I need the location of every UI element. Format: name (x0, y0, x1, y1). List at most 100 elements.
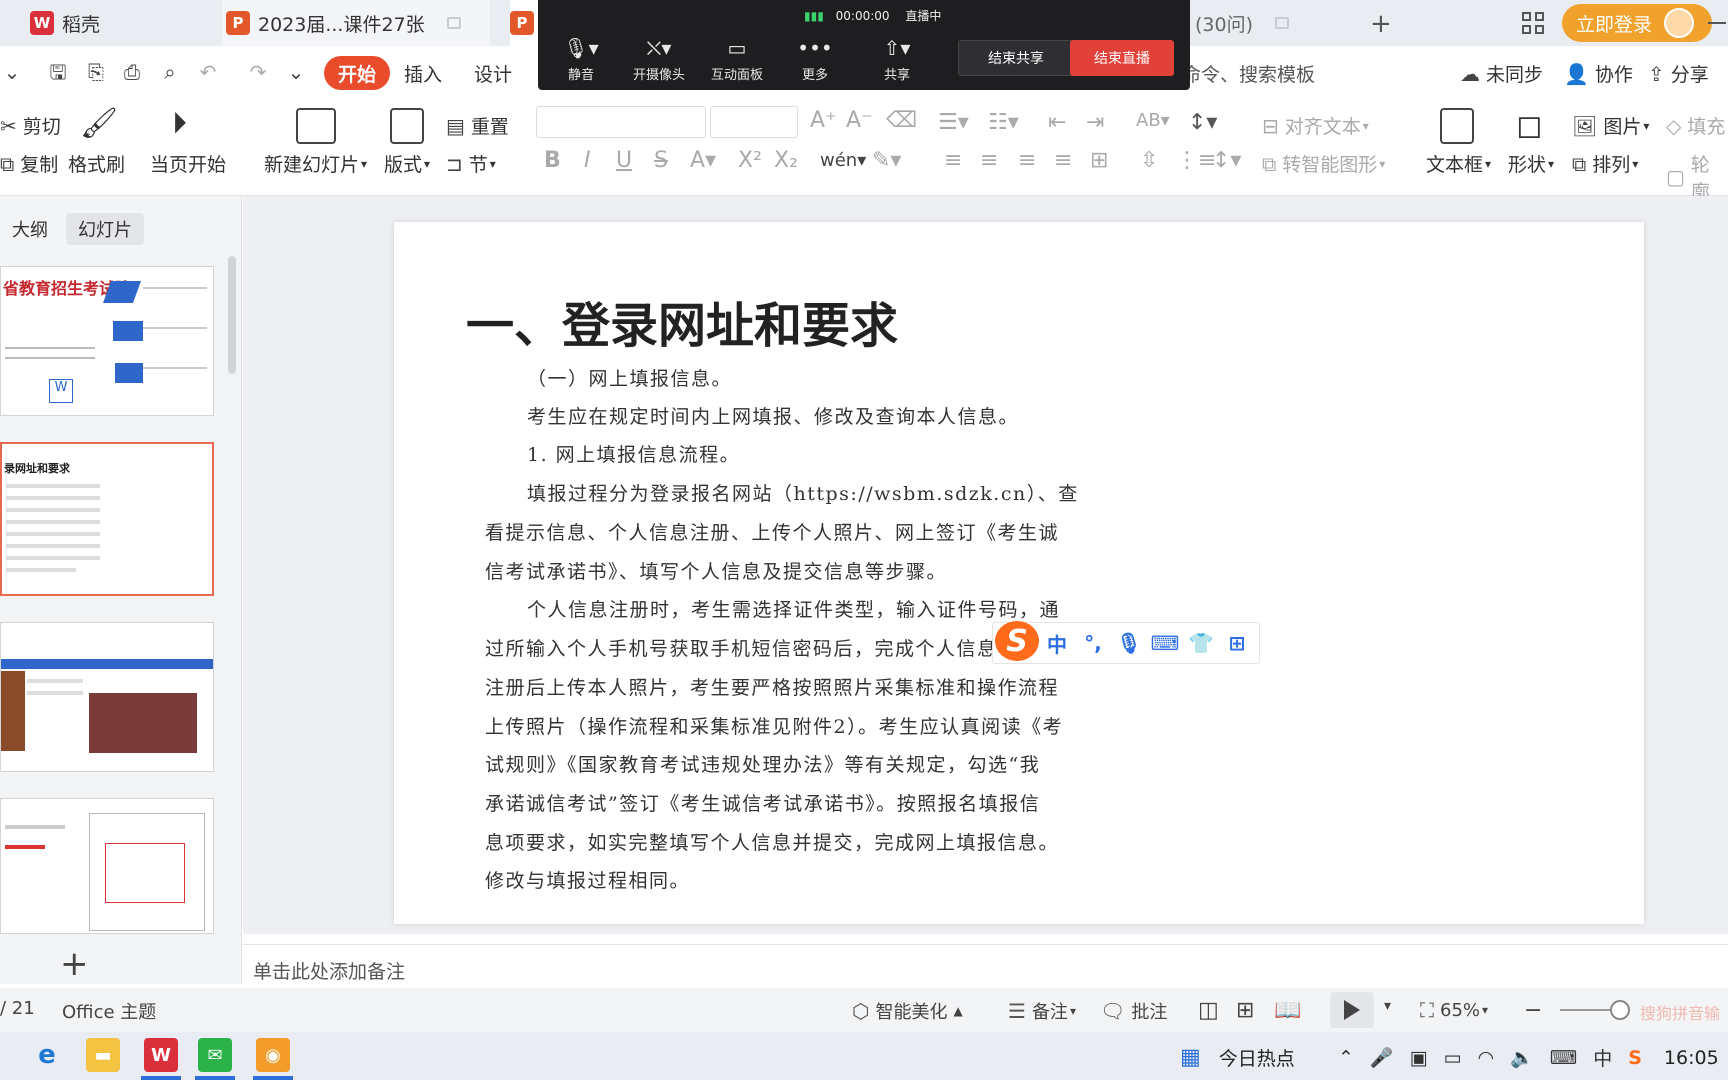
login-button[interactable]: 立即登录 (1562, 4, 1712, 42)
share-screen-button[interactable]: ⇧▾ 共享 (862, 36, 932, 83)
smart-art-button[interactable]: ⧉ 转智能图形 ▾ (1262, 150, 1385, 177)
textbox-button[interactable]: 文本框 ▾ (1426, 150, 1491, 177)
shape-button[interactable]: 形状 ▾ (1508, 150, 1554, 177)
input-language[interactable]: 中 (1593, 1044, 1612, 1071)
command-search[interactable]: 命令、搜索模板 (1182, 60, 1315, 87)
picture-button[interactable]: 🖼 图片 ▾ (1572, 112, 1649, 139)
toolbox-icon[interactable]: ⊞ (1219, 631, 1255, 655)
new-slide-button[interactable]: 新建幻灯片 ▾ (264, 150, 367, 177)
tab-docer[interactable]: W 稻壳 (30, 0, 100, 46)
export-icon[interactable]: ⎘ (84, 60, 108, 84)
reading-view-icon[interactable]: 📖 (1274, 998, 1301, 1023)
tab-other[interactable]: (30问) (1195, 0, 1290, 46)
increase-indent-icon[interactable]: ⇥ (1086, 110, 1104, 135)
font-size-select[interactable] (710, 106, 798, 138)
tab-insert[interactable]: 插入 (404, 60, 442, 87)
format-painter-button[interactable]: 格式刷 (68, 150, 125, 177)
microphone-icon[interactable]: 🎙 (1111, 631, 1147, 655)
section-button[interactable]: ⊐ 节 ▾ (446, 150, 496, 177)
more-button[interactable]: ••• 更多 (780, 36, 850, 83)
end-live-button[interactable]: 结束直播 (1070, 40, 1174, 76)
keyboard-icon[interactable]: ⌨ (1147, 631, 1183, 655)
slide-thumbnail[interactable]: 省教育招生考试院 W (0, 266, 214, 416)
clock[interactable]: 16:05 (1664, 1047, 1719, 1069)
slide-sorter-icon[interactable]: ⊞ (1236, 998, 1254, 1023)
tab-outline[interactable]: 大纲 (12, 216, 48, 242)
align-right-icon[interactable]: ≡ (1018, 148, 1036, 173)
sync-status[interactable]: ☁ 未同步 (1460, 60, 1543, 87)
highlight-icon[interactable]: ✎▾ (872, 148, 901, 173)
app-icon[interactable]: ◉ (256, 1038, 290, 1072)
slide[interactable]: 一、登录网址和要求 （一）网上填报信息。 考生应在规定时间内上网填报、修改及查询… (394, 222, 1644, 924)
slideshow-play-button[interactable] (1330, 992, 1374, 1028)
sort-icon[interactable]: ↕▾ (1188, 110, 1217, 135)
slide-thumbnail[interactable] (0, 798, 214, 934)
wifi-icon[interactable]: ◠ (1478, 1047, 1495, 1069)
spacing-options-icon[interactable]: ↕▾ (1212, 148, 1241, 173)
underline-icon[interactable]: U (616, 148, 632, 173)
clear-format-icon[interactable]: ⌫ (886, 108, 917, 133)
save-icon[interactable]: 🖫 (46, 60, 70, 84)
display-icon[interactable]: ▣ (1410, 1047, 1428, 1069)
wechat-icon[interactable]: ✉ (198, 1038, 232, 1072)
slideshow-options-icon[interactable]: ▾ (1384, 998, 1391, 1014)
from-current-button[interactable]: 当页开始 (150, 150, 226, 177)
decrease-indent-icon[interactable]: ⇤ (1048, 110, 1066, 135)
bullet-list-icon[interactable]: ☰▾ (938, 110, 969, 135)
ime-mode-toggle[interactable]: 中 (1039, 629, 1075, 658)
battery-icon[interactable]: ▭ (1444, 1047, 1462, 1069)
redo-icon[interactable]: ↷ (246, 60, 270, 84)
slide-thumbnail-selected[interactable]: 录网址和要求 (0, 442, 214, 596)
slide-title[interactable]: 一、登录网址和要求 (466, 286, 898, 356)
notes-toggle[interactable]: ☰ 备注 ▾ (1008, 998, 1076, 1024)
number-list-icon[interactable]: ☷▾ (988, 110, 1019, 135)
skin-icon[interactable]: 👕 (1183, 631, 1219, 655)
customize-icon[interactable]: ⌄ (284, 60, 308, 84)
reset-button[interactable]: ▤ 重置 (446, 112, 509, 139)
font-family-select[interactable] (536, 106, 706, 138)
italic-icon[interactable]: I (584, 148, 591, 173)
shrink-font-icon[interactable]: A⁻ (846, 108, 873, 133)
edge-icon[interactable]: e (30, 1038, 64, 1072)
undo-icon[interactable]: ↶ (196, 60, 220, 84)
share-button[interactable]: ⇪ 分享 (1648, 60, 1709, 87)
arrange-button[interactable]: ⧉ 排列 ▾ (1572, 150, 1638, 177)
fill-button[interactable]: ◇ 填充 (1666, 112, 1725, 139)
document-image[interactable]: （一）网上填报信息。 考生应在规定时间内上网填报、修改及查询本人信息。 1. 网… (457, 352, 1114, 892)
microphone-icon[interactable]: 🎤 (1370, 1046, 1394, 1069)
scrollbar[interactable] (228, 256, 236, 374)
volume-icon[interactable]: 🔈 (1510, 1046, 1534, 1069)
fit-window-button[interactable]: ⛶ 65% ▾ (1420, 998, 1488, 1022)
strikethrough-icon[interactable]: S (654, 148, 668, 173)
font-color-icon[interactable]: A▾ (690, 148, 716, 173)
sogou-tray-icon[interactable]: S (1628, 1047, 1642, 1069)
slide-thumbnail[interactable] (0, 622, 214, 772)
ime-toolbar[interactable]: S 中 °, 🎙 ⌨ 👕 ⊞ (992, 621, 1260, 664)
superscript-icon[interactable]: X² (738, 148, 762, 173)
folder-icon[interactable]: ▬ (86, 1038, 120, 1072)
wps-icon[interactable]: W (144, 1038, 178, 1072)
subscript-icon[interactable]: X₂ (774, 148, 798, 173)
tab-start[interactable]: 开始 (324, 56, 391, 90)
zoom-slider-handle[interactable] (1610, 1000, 1630, 1020)
comment-button[interactable]: 🗨 批注 (1100, 998, 1167, 1024)
cut-button[interactable]: ✂ 剪切 (0, 112, 61, 139)
zoom-out-icon[interactable]: − (1524, 998, 1542, 1023)
tab-presentation[interactable]: P 2023届...课件27张 (222, 0, 490, 46)
copy-button[interactable]: ⧉ 复制 (0, 150, 58, 177)
new-tab-button[interactable]: + (1370, 9, 1392, 39)
punctuation-toggle[interactable]: °, (1075, 631, 1111, 655)
interactive-panel-button[interactable]: ▭ 互动面板 (702, 36, 772, 83)
phonetic-icon[interactable]: wén▾ (820, 150, 866, 171)
tab-design[interactable]: 设计 (474, 60, 512, 87)
tab-slides[interactable]: 幻灯片 (66, 213, 144, 245)
chevron-up-icon[interactable]: ⌃ (1338, 1047, 1354, 1069)
justify-icon[interactable]: ≡ (1054, 148, 1072, 173)
news-widget[interactable]: ▦ 今日热点 (1172, 1044, 1295, 1071)
collab-button[interactable]: 👤 协作 (1564, 60, 1633, 87)
normal-view-icon[interactable]: ◫ (1198, 998, 1219, 1023)
mute-button[interactable]: 🎙▾ 静音 (546, 36, 616, 83)
notes-pane[interactable]: 单击此处添加备注 (243, 944, 1728, 988)
beautify-button[interactable]: ⬡ 智能美化 ▲ (852, 998, 963, 1024)
bold-icon[interactable]: B (544, 148, 561, 173)
